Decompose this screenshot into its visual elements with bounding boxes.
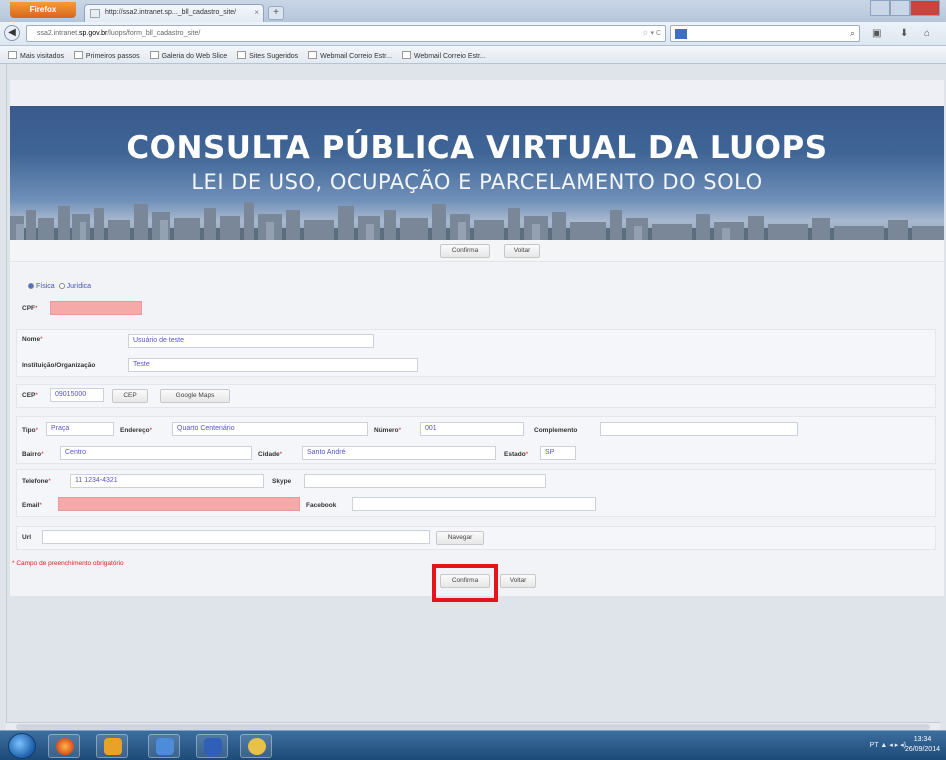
address-field[interactable]: Quarto Centenário xyxy=(172,422,368,436)
institution-label: Instituição/Organização xyxy=(22,362,96,369)
search-icon[interactable]: ⌕ xyxy=(850,28,855,39)
city-field[interactable]: Santo André xyxy=(302,446,496,460)
page-title: CONSULTA PÚBLICA VIRTUAL DA LUOPS xyxy=(126,130,828,166)
cep-label: CEP* xyxy=(22,392,38,399)
url-bar[interactable]: ssa2.intranet.sp.gov.br/luops/form_bll_c… xyxy=(26,25,666,42)
firefox-taskbar-icon[interactable] xyxy=(48,734,80,758)
confirm-highlight-box xyxy=(432,564,498,602)
number-field[interactable]: 001 xyxy=(420,422,524,436)
windows-start-icon[interactable] xyxy=(8,733,36,759)
word-taskbar-icon[interactable] xyxy=(196,734,228,758)
institution-field[interactable]: Teste xyxy=(128,358,418,372)
bookmark-item[interactable]: Webmail Correio Estr... xyxy=(308,53,392,60)
back-arrow-icon[interactable]: ◀ xyxy=(4,25,20,41)
horizontal-scrollbar[interactable] xyxy=(6,722,940,730)
cpf-field[interactable] xyxy=(50,301,142,315)
radio-fisica[interactable] xyxy=(28,283,34,289)
cep-search-button[interactable]: CEP xyxy=(112,389,148,403)
bookmark-item[interactable]: Webmail Correio Estr... xyxy=(402,53,486,60)
firefox-menu-button[interactable]: Firefox xyxy=(10,2,76,18)
confirm-button-top[interactable]: Confirma xyxy=(440,244,490,258)
top-toolbar: Confirma Voltar xyxy=(10,240,944,262)
bookmark-item[interactable]: Sites Sugeridos xyxy=(237,53,298,60)
search-input[interactable]: ⌕ xyxy=(670,25,860,42)
state-field[interactable]: SP xyxy=(540,446,576,460)
google-maps-button[interactable]: Google Maps xyxy=(160,389,230,403)
clock[interactable]: 13:34 26/09/2014 xyxy=(905,735,940,755)
radio-fisica-label: Física xyxy=(36,283,55,290)
city-skyline-image xyxy=(10,202,944,240)
cpf-label: CPF* xyxy=(22,305,38,312)
minimize-button[interactable] xyxy=(870,0,890,16)
clock-time: 13:34 xyxy=(913,736,932,743)
complement-label: Complemento xyxy=(534,427,578,434)
number-label: Número* xyxy=(374,427,402,434)
navigate-button[interactable]: Navegar xyxy=(436,531,484,545)
reload-icon[interactable]: ☆ ▾ C xyxy=(642,29,661,37)
radio-juridica-label: Jurídica xyxy=(66,283,92,290)
complement-field[interactable] xyxy=(600,422,798,436)
type-field[interactable]: Praça xyxy=(46,422,114,436)
district-field[interactable]: Centro xyxy=(60,446,252,460)
app-taskbar-icon[interactable] xyxy=(148,734,180,758)
city-label: Cidade* xyxy=(258,451,283,458)
email-label: Email* xyxy=(22,502,42,509)
phone-label: Telefone* xyxy=(22,478,51,485)
url-label: Url xyxy=(22,534,32,541)
back-button-top[interactable]: Voltar xyxy=(504,244,540,258)
url-prefix: ssa2.intranet. xyxy=(37,30,80,37)
bookmark-item[interactable]: Galeria do Web Slice xyxy=(150,53,228,60)
skype-field[interactable] xyxy=(304,474,546,488)
bookmarks-icon[interactable]: ▣ xyxy=(872,28,881,39)
bookmark-item[interactable]: Primeiros passos xyxy=(74,53,140,60)
skype-label: Skype xyxy=(272,478,292,485)
facebook-field[interactable] xyxy=(352,497,596,511)
email-field[interactable] xyxy=(58,497,300,511)
download-icon[interactable]: ⬇ xyxy=(900,28,908,39)
browser-tab[interactable]: http://ssa2.intranet.sp..._bll_cadastro_… xyxy=(84,4,264,22)
navigation-bar: ◀ ssa2.intranet.sp.gov.br/luops/form_bll… xyxy=(0,22,946,46)
new-tab-button[interactable]: + xyxy=(268,6,284,20)
banner-top-strip xyxy=(10,80,944,106)
paint-taskbar-icon[interactable] xyxy=(240,734,272,758)
window-controls xyxy=(870,0,940,16)
bookmarks-bar: Mais visitados Primeiros passos Galeria … xyxy=(0,46,946,64)
facebook-label: Facebook xyxy=(306,502,337,509)
url-field[interactable] xyxy=(42,530,430,544)
search-engine-icon[interactable] xyxy=(675,29,687,39)
home-icon[interactable]: ⌂ xyxy=(924,28,930,39)
outlook-taskbar-icon[interactable] xyxy=(96,734,128,758)
url-path: /luops/form_bll_cadastro_site/ xyxy=(107,30,201,37)
type-label: Tipo* xyxy=(22,427,39,434)
required-fields-note: * Campo de preenchimento obrigatório xyxy=(12,560,124,567)
cep-field[interactable]: 09015000 xyxy=(50,388,104,402)
person-type-radio-group: Física Jurídica xyxy=(28,283,91,290)
tab-title: http://ssa2.intranet.sp..._bll_cadastro_… xyxy=(105,9,237,16)
name-field[interactable]: Usuário de teste xyxy=(128,334,374,348)
cep-panel xyxy=(16,384,936,408)
name-label: Nome* xyxy=(22,336,43,343)
maximize-button[interactable] xyxy=(889,0,910,16)
radio-juridica[interactable] xyxy=(58,283,65,289)
phone-field[interactable]: 11 1234-4321 xyxy=(70,474,264,488)
page-subtitle: LEI DE USO, OCUPAÇÃO E PARCELAMENTO DO S… xyxy=(191,170,763,194)
browser-tab-bar: Firefox http://ssa2.intranet.sp..._bll_c… xyxy=(0,0,946,22)
windows-taskbar: PT ▲ ◂ ▸ ◂) 13:34 26/09/2014 xyxy=(0,730,946,760)
address-label: Endereço* xyxy=(120,427,153,434)
close-tab-icon[interactable]: × xyxy=(254,8,259,17)
district-label: Bairro* xyxy=(22,451,44,458)
clock-date: 26/09/2014 xyxy=(904,746,940,753)
close-window-button[interactable] xyxy=(909,0,940,16)
header-banner: CONSULTA PÚBLICA VIRTUAL DA LUOPS LEI DE… xyxy=(10,106,944,240)
bookmark-item[interactable]: Mais visitados xyxy=(8,53,64,60)
system-tray[interactable]: PT ▲ ◂ ▸ ◂) xyxy=(870,741,906,749)
back-button-bottom[interactable]: Voltar xyxy=(500,574,536,588)
page-icon xyxy=(90,9,100,18)
url-domain: sp.gov.br xyxy=(79,30,108,37)
state-label: Estado* xyxy=(504,451,529,458)
